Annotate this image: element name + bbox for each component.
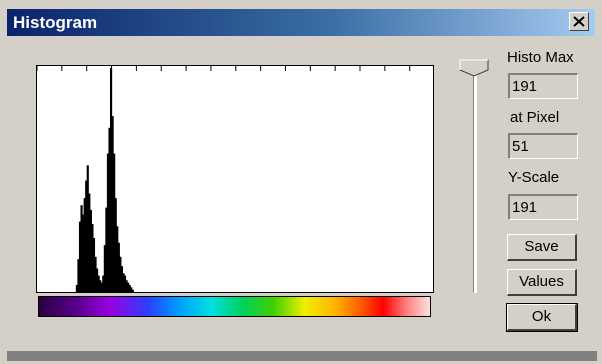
histogram-chart — [37, 66, 411, 292]
yscale-slider-track[interactable] — [473, 67, 477, 293]
histogram-bar — [131, 289, 134, 292]
histo-max-field[interactable]: 191 — [508, 73, 578, 99]
histogram-plot — [36, 65, 434, 293]
at-pixel-field[interactable]: 51 — [508, 133, 578, 159]
save-button[interactable]: Save — [507, 234, 577, 261]
yscale-field[interactable]: 191 — [508, 194, 578, 220]
title-bar[interactable]: Histogram — [7, 9, 595, 36]
close-x-icon — [573, 16, 585, 27]
window-bottom-edge — [7, 351, 597, 361]
histogram-window: Histogram Histo Max 191 at Pixel 51 Y-Sc… — [0, 0, 602, 364]
yscale-label: Y-Scale — [508, 169, 560, 186]
values-button[interactable]: Values — [507, 269, 577, 296]
window-title: Histogram — [13, 13, 98, 32]
histo-max-label: Histo Max — [507, 49, 574, 66]
color-spectrum-bar — [38, 296, 431, 317]
ok-button[interactable]: Ok — [506, 303, 578, 332]
at-pixel-label: at Pixel — [510, 109, 560, 126]
yscale-slider-thumb[interactable] — [459, 59, 489, 77]
close-button[interactable] — [569, 12, 589, 31]
